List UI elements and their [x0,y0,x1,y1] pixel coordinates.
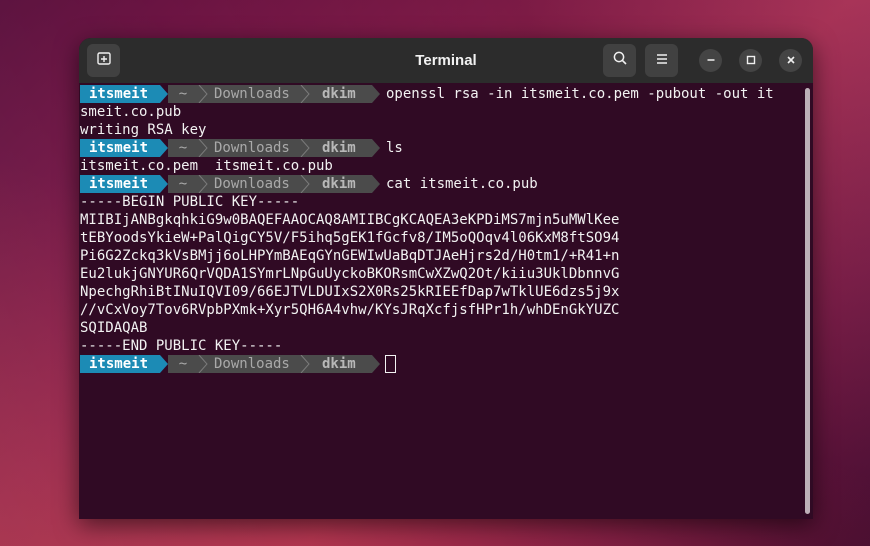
prompt-separator-icon [372,175,380,193]
output-line: NpechgRhiBtINuIQVI09/66EJTVLDUIxS2X0Rs25… [80,284,620,300]
maximize-button[interactable] [739,49,762,72]
menu-button[interactable] [645,44,678,77]
minimize-icon [706,52,716,70]
search-button[interactable] [603,44,636,77]
close-icon [786,52,796,70]
prompt-home: ~ [168,175,198,193]
output-line: -----END PUBLIC KEY----- [80,338,283,354]
prompt-separator-icon [300,355,310,373]
text-cursor [385,355,396,373]
prompt-separator-icon [300,139,310,157]
prompt-home: ~ [168,355,198,373]
prompt-line: itsmeit ~ Downloads dkim [80,355,800,373]
prompt-separator-icon [372,139,380,157]
terminal-window: Terminal itsmeit ~ Downloads dkim openss… [79,38,813,519]
output-line: -----BEGIN PUBLIC KEY----- [80,194,300,210]
prompt-user: itsmeit [80,175,160,193]
output-line: smeit.co.pub [80,104,182,120]
output-line: itsmeit.co.pem itsmeit.co.pub [80,158,333,174]
prompt-separator-icon [300,85,310,103]
prompt-separator-icon [198,355,208,373]
prompt-separator-icon [198,139,208,157]
prompt-separator-icon [198,175,208,193]
output-line: SQIDAQAB [80,320,148,336]
terminal-output[interactable]: itsmeit ~ Downloads dkim openssl rsa -in… [79,83,805,519]
prompt-home: ~ [168,139,198,157]
prompt-separator-icon [372,85,380,103]
minimize-button[interactable] [699,49,722,72]
prompt-separator-icon [300,175,310,193]
output-line: //vCxVoy7Tov6RVpbPXmk+Xyr5QH6A4vhw/KYsJR… [80,302,620,318]
close-button[interactable] [779,49,802,72]
prompt-user: itsmeit [80,85,160,103]
prompt-branch: dkim [310,355,372,373]
search-icon [612,50,628,71]
output-line: Eu2lukjGNYUR6QrVQDA1SYmrLNpGuUyckoBKORsm… [80,266,620,282]
output-line: MIIBIjANBgkqhkiG9w0BAQEFAAOCAQ8AMIIBCgKC… [80,212,620,228]
prompt-dir: Downloads [208,85,300,103]
hamburger-menu-icon [655,52,669,70]
prompt-dir: Downloads [208,139,300,157]
prompt-separator-icon [198,85,208,103]
command-text: ls [386,140,403,156]
prompt-dir: Downloads [208,175,300,193]
prompt-branch: dkim [310,85,372,103]
prompt-line: itsmeit ~ Downloads dkim cat itsmeit.co.… [80,175,800,193]
prompt-user: itsmeit [80,139,160,157]
output-line: Pi6G2Zckq3kVsBMjj6oLHPYmBAEqGYnGEWIwUaBq… [80,248,620,264]
maximize-icon [746,52,756,70]
prompt-home: ~ [168,85,198,103]
command-text: openssl rsa -in itsmeit.co.pem -pubout -… [386,86,774,102]
prompt-branch: dkim [310,139,372,157]
prompt-separator-icon [372,355,380,373]
prompt-branch: dkim [310,175,372,193]
output-line: tEBYoodsYkieW+PalQigCY5V/F5ihq5gEK1fGcfv… [80,230,620,246]
prompt-user: itsmeit [80,355,160,373]
prompt-dir: Downloads [208,355,300,373]
scrollbar[interactable] [805,88,810,514]
prompt-line: itsmeit ~ Downloads dkim ls [80,139,800,157]
command-text: cat itsmeit.co.pub [386,176,538,192]
prompt-line: itsmeit ~ Downloads dkim openssl rsa -in… [80,85,800,103]
output-line: writing RSA key [80,122,207,138]
title-bar[interactable]: Terminal [79,38,813,83]
scrollbar-thumb[interactable] [805,88,810,514]
